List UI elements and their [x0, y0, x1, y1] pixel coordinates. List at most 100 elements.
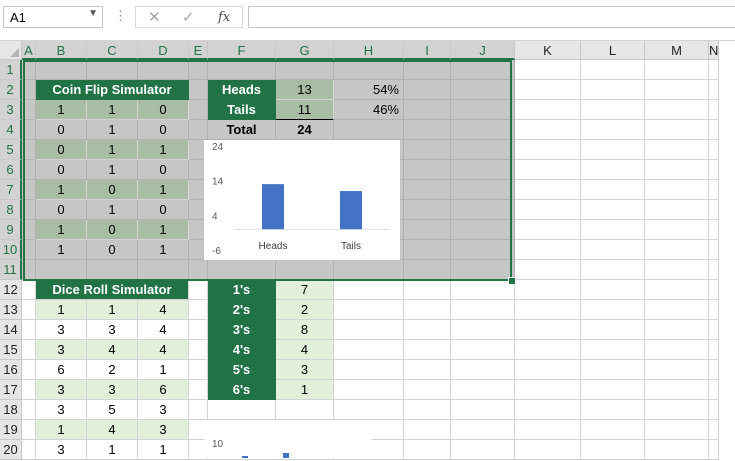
dice-face-count[interactable]: 7 [276, 280, 334, 300]
cell-n13[interactable] [709, 300, 719, 320]
cell-f18[interactable] [208, 400, 276, 420]
cell-m6[interactable] [645, 160, 709, 180]
coin-flip-cell[interactable]: 1 [87, 160, 138, 180]
row-header-13[interactable]: 13 [0, 300, 22, 320]
cell-l19[interactable] [581, 420, 645, 440]
cell-j2[interactable] [451, 80, 515, 100]
column-header-k[interactable]: K [515, 41, 581, 60]
cell-l18[interactable] [581, 400, 645, 420]
cell-i10[interactable] [404, 240, 451, 260]
coin-flip-cell[interactable]: 0 [138, 200, 189, 220]
cell-i16[interactable] [404, 360, 451, 380]
cell-m3[interactable] [645, 100, 709, 120]
dice-roll-chart[interactable]: 10 [204, 420, 372, 458]
cell-k8[interactable] [515, 200, 581, 220]
total-count[interactable]: 24 [276, 120, 334, 140]
column-header-c[interactable]: C [87, 41, 138, 60]
coin-flip-cell[interactable]: 1 [87, 200, 138, 220]
cell-i3[interactable] [404, 100, 451, 120]
dice-bar[interactable] [283, 453, 289, 458]
dice-roll-cell[interactable]: 3 [36, 340, 87, 360]
coin-flip-cell[interactable]: 1 [36, 180, 87, 200]
bar-heads[interactable] [262, 184, 284, 230]
cell-n20[interactable] [709, 440, 719, 460]
cell-m1[interactable] [645, 60, 709, 80]
column-header-n[interactable]: N [709, 41, 719, 60]
name-box[interactable]: A1 ▼ [3, 6, 103, 28]
cell-a15[interactable] [22, 340, 36, 360]
dice-roll-cell[interactable]: 3 [138, 400, 189, 420]
dice-roll-cell[interactable]: 3 [87, 320, 138, 340]
cell-k11[interactable] [515, 260, 581, 280]
cell-e12[interactable] [189, 280, 208, 300]
heads-label[interactable]: Heads [208, 80, 276, 100]
cell-i2[interactable] [404, 80, 451, 100]
cell-m10[interactable] [645, 240, 709, 260]
cell-i12[interactable] [404, 280, 451, 300]
coin-flip-cell[interactable]: 0 [36, 160, 87, 180]
cell-i17[interactable] [404, 380, 451, 400]
cell-a17[interactable] [22, 380, 36, 400]
cell-k9[interactable] [515, 220, 581, 240]
coin-flip-cell[interactable]: 0 [87, 180, 138, 200]
cell-l20[interactable] [581, 440, 645, 460]
cell-m20[interactable] [645, 440, 709, 460]
insert-function-icon[interactable]: fx [218, 10, 230, 25]
cell-e14[interactable] [189, 320, 208, 340]
drag-handle-icon[interactable]: ⋮ [114, 8, 127, 24]
cell-e18[interactable] [189, 400, 208, 420]
dice-face-count[interactable]: 2 [276, 300, 334, 320]
cell-h17[interactable] [334, 380, 404, 400]
cell-e13[interactable] [189, 300, 208, 320]
cell-n1[interactable] [709, 60, 719, 80]
tails-count[interactable]: 11 [276, 100, 334, 120]
cell-g1[interactable] [276, 60, 334, 80]
coin-flip-cell[interactable]: 0 [138, 160, 189, 180]
cell-l3[interactable] [581, 100, 645, 120]
cell-a7[interactable] [22, 180, 36, 200]
row-header-17[interactable]: 17 [0, 380, 22, 400]
cell-i9[interactable] [404, 220, 451, 240]
dice-roll-cell[interactable]: 3 [36, 440, 87, 460]
cell-n16[interactable] [709, 360, 719, 380]
dice-face-label[interactable]: 5's [208, 360, 276, 380]
cell-a1[interactable] [22, 60, 36, 80]
cell-m2[interactable] [645, 80, 709, 100]
row-header-18[interactable]: 18 [0, 400, 22, 420]
cell-n4[interactable] [709, 120, 719, 140]
cell-l14[interactable] [581, 320, 645, 340]
cell-i13[interactable] [404, 300, 451, 320]
dice-roll-cell[interactable]: 4 [87, 420, 138, 440]
cell-n18[interactable] [709, 400, 719, 420]
row-header-9[interactable]: 9 [0, 220, 22, 240]
cell-e11[interactable] [189, 260, 208, 280]
cell-k18[interactable] [515, 400, 581, 420]
dice-roll-cell[interactable]: 4 [87, 340, 138, 360]
cell-g11[interactable] [276, 260, 334, 280]
cell-k1[interactable] [515, 60, 581, 80]
dice-roll-cell[interactable]: 3 [138, 420, 189, 440]
cell-k17[interactable] [515, 380, 581, 400]
cell-m13[interactable] [645, 300, 709, 320]
column-header-i[interactable]: I [404, 41, 451, 60]
row-header-12[interactable]: 12 [0, 280, 22, 300]
cell-d1[interactable] [138, 60, 189, 80]
coin-flip-cell[interactable]: 0 [138, 100, 189, 120]
cell-l10[interactable] [581, 240, 645, 260]
cell-k12[interactable] [515, 280, 581, 300]
cell-h18[interactable] [334, 400, 404, 420]
dice-roll-cell[interactable]: 3 [36, 320, 87, 340]
row-header-6[interactable]: 6 [0, 160, 22, 180]
cell-a19[interactable] [22, 420, 36, 440]
cell-i4[interactable] [404, 120, 451, 140]
cell-h16[interactable] [334, 360, 404, 380]
cell-e4[interactable] [189, 120, 208, 140]
column-header-f[interactable]: F [208, 41, 276, 60]
cell-e3[interactable] [189, 100, 208, 120]
cell-i5[interactable] [404, 140, 451, 160]
dice-roll-cell[interactable]: 1 [36, 300, 87, 320]
cell-j19[interactable] [451, 420, 515, 440]
cell-h11[interactable] [334, 260, 404, 280]
cell-m8[interactable] [645, 200, 709, 220]
cell-j18[interactable] [451, 400, 515, 420]
